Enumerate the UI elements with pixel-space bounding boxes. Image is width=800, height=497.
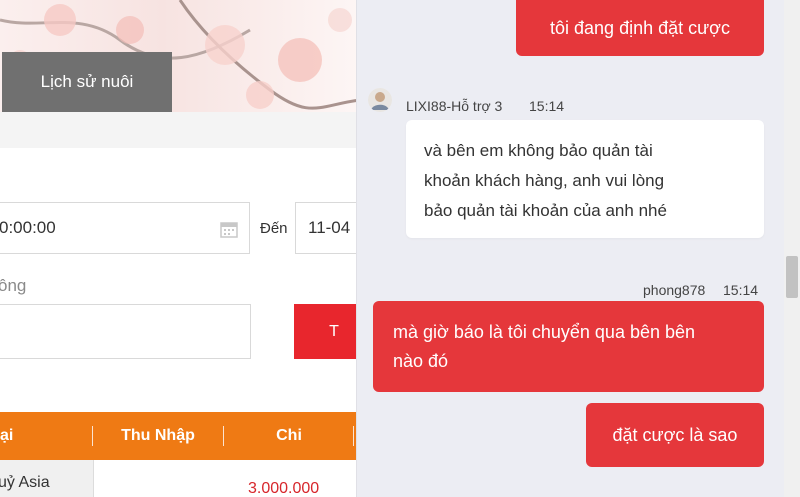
background-page: Lịch sử nuôi 0:00:00 Đến 11-04 ông T ại … <box>0 0 360 497</box>
row-amount: 3.000.000 <box>248 480 320 497</box>
agent-avatar-icon <box>368 88 392 112</box>
calendar-icon[interactable] <box>219 219 239 239</box>
message-line: mà giờ báo là tôi chuyển qua bên bên <box>393 322 696 342</box>
user-message: đặt cược là sao <box>586 403 764 467</box>
from-date-input[interactable]: 0:00:00 <box>0 202 250 254</box>
header-income: Thu Nhập <box>121 427 195 444</box>
message-text: tôi đang định đặt cược <box>550 17 730 38</box>
status-input[interactable] <box>0 304 251 359</box>
status-label: ông <box>0 276 27 295</box>
history-button[interactable]: Lịch sử nuôi <box>2 52 172 112</box>
agent-avatar <box>368 88 392 112</box>
scrollbar-track[interactable] <box>784 0 800 497</box>
scrollbar-thumb[interactable] <box>786 256 798 298</box>
table-header: ại Thu Nhập Chi <box>0 412 360 460</box>
from-date-value: 0:00:00 <box>0 218 56 237</box>
to-label: Đến <box>260 220 288 237</box>
user-message: tôi đang định đặt cược <box>516 0 764 56</box>
message-text: đặt cược là sao <box>612 424 738 445</box>
agent-time: 15:14 <box>529 98 565 114</box>
user-name: phong878 <box>643 282 706 298</box>
user-message: mà giờ báo là tôi chuyển qua bên bên nào… <box>373 301 764 392</box>
message-line: khoản khách hàng, anh vui lòng <box>424 171 665 190</box>
to-date-input[interactable]: 11-04 <box>295 202 360 254</box>
to-date-value: 11-04 <box>308 218 351 237</box>
header-type: ại <box>0 427 14 444</box>
header-separator <box>353 426 354 446</box>
message-line: bảo quản tài khoản của anh nhé <box>424 201 667 220</box>
agent-name: LIXI88-Hỗ trợ 3 <box>406 98 503 114</box>
message-line: và bên em không bảo quản tài <box>424 141 653 160</box>
search-button[interactable]: T <box>294 304 360 359</box>
header-expense: Chi <box>276 427 302 444</box>
user-time: 15:14 <box>723 282 759 298</box>
row-bank-name: uỷ Asia <box>0 474 50 491</box>
table-divider <box>93 460 94 497</box>
agent-message: và bên em không bảo quản tài khoản khách… <box>406 120 764 238</box>
message-line: nào đó <box>393 351 449 371</box>
